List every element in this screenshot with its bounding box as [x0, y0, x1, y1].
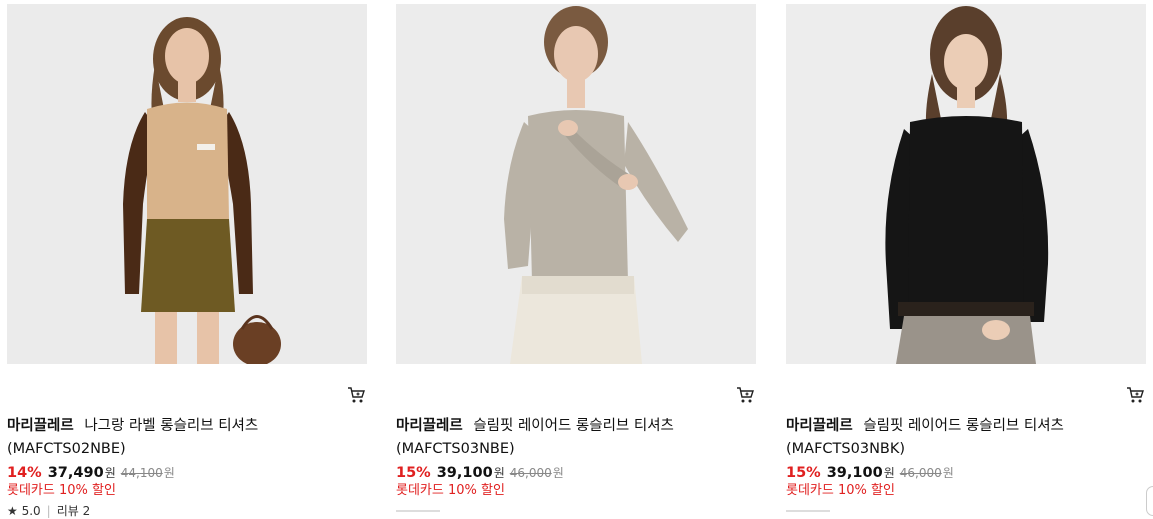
cart-icon — [348, 387, 365, 403]
product-model-code: (MAFCTS03NBE) — [396, 441, 515, 457]
divider — [786, 510, 830, 512]
review-summary: ★ 5.0 | 리뷰 2 — [7, 503, 90, 519]
model-illustration-1 — [7, 4, 367, 364]
cart-icon — [737, 387, 754, 403]
original-price-unit: 원 — [552, 466, 564, 480]
original-price: 46,000 — [899, 466, 942, 480]
price-row: 14% 37,490원 44,100원 — [7, 463, 175, 483]
card-promo: 롯데카드 10% 할인 — [396, 483, 505, 498]
price-row: 15% 39,100원 46,000원 — [396, 463, 564, 483]
product-name: 슬림핏 레이어드 롱슬리브 티셔츠 — [863, 418, 1064, 434]
scroll-indicator[interactable] — [1146, 486, 1153, 516]
original-price: 46,000 — [509, 466, 552, 480]
review-count: 리뷰 2 — [56, 504, 91, 518]
brand-name: 마리끌레르 — [396, 418, 463, 434]
price-unit: 원 — [104, 466, 116, 480]
model-illustration-3 — [786, 4, 1146, 364]
product-image-1[interactable] — [7, 4, 367, 364]
add-to-cart-button-2[interactable] — [736, 386, 754, 404]
price-unit: 원 — [493, 466, 505, 480]
discount-rate: 15% — [396, 465, 431, 481]
product-title-1[interactable]: 마리끌레르 나그랑 라벨 롱슬리브 티셔츠 — [7, 416, 367, 436]
discount-rate: 15% — [786, 465, 821, 481]
original-price-unit: 원 — [942, 466, 954, 480]
product-model-code: (MAFCTS02NBE) — [7, 441, 126, 457]
model-illustration-2 — [396, 4, 756, 364]
card-promo: 롯데카드 10% 할인 — [786, 483, 895, 498]
add-to-cart-button-1[interactable] — [347, 386, 365, 404]
product-name: 나그랑 라벨 롱슬리브 티셔츠 — [84, 418, 259, 434]
original-price: 44,100 — [120, 466, 163, 480]
cart-icon — [1127, 387, 1144, 403]
sale-price: 37,490 — [47, 465, 104, 481]
review-separator: | — [46, 504, 51, 518]
product-model-code: (MAFCTS03NBK) — [786, 441, 906, 457]
add-to-cart-button-3[interactable] — [1126, 386, 1144, 404]
sale-price: 39,100 — [436, 465, 493, 481]
brand-name: 마리끌레르 — [786, 418, 853, 434]
sale-price: 39,100 — [826, 465, 883, 481]
card-promo: 롯데카드 10% 할인 — [7, 483, 116, 498]
original-price-unit: 원 — [163, 466, 175, 480]
price-unit: 원 — [883, 466, 895, 480]
product-name: 슬림핏 레이어드 롱슬리브 티셔츠 — [473, 418, 674, 434]
brand-name: 마리끌레르 — [7, 418, 74, 434]
product-image-3[interactable] — [786, 4, 1146, 364]
price-row: 15% 39,100원 46,000원 — [786, 463, 954, 483]
product-title-2[interactable]: 마리끌레르 슬림핏 레이어드 롱슬리브 티셔츠 — [396, 416, 756, 436]
product-image-2[interactable] — [396, 4, 756, 364]
product-title-3[interactable]: 마리끌레르 슬림핏 레이어드 롱슬리브 티셔츠 — [786, 416, 1146, 436]
divider — [396, 510, 440, 512]
rating: ★ 5.0 — [7, 504, 41, 518]
discount-rate: 14% — [7, 465, 42, 481]
